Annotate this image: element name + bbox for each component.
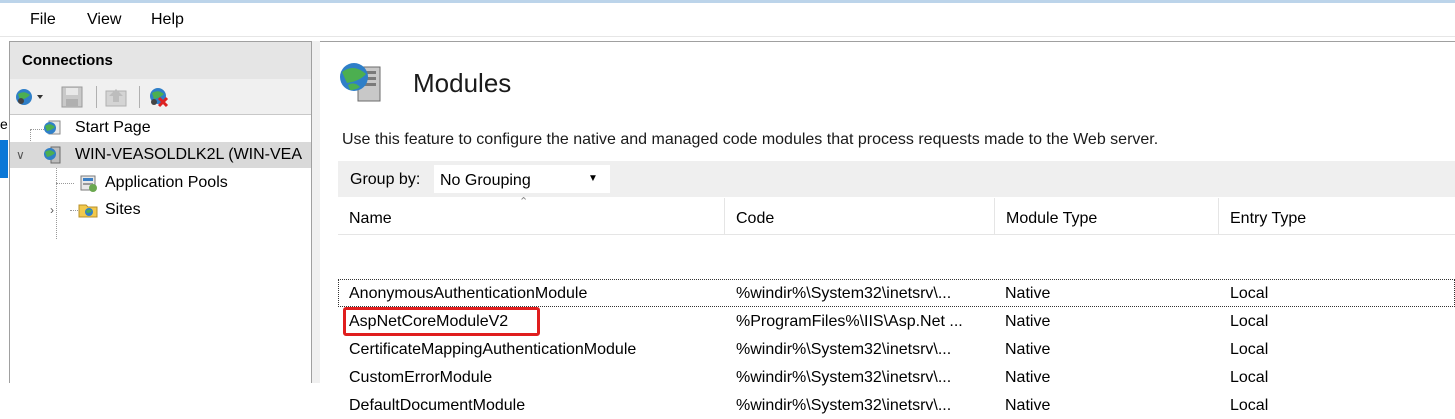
up-icon[interactable]	[103, 86, 131, 108]
cell-entry-type: Local	[1230, 397, 1269, 414]
modules-table: ⌃ Name Code Module Type Entry Type Anony…	[338, 196, 1455, 414]
page-title: Modules	[413, 68, 512, 98]
table-row[interactable]: DefaultDocumentModule %windir%\System32\…	[338, 391, 1455, 419]
tree-item-server[interactable]: ∨ WIN-VEASOLDLK2L (WIN-VEA	[10, 142, 311, 168]
table-row[interactable]: CertificateMappingAuthenticationModule %…	[338, 335, 1455, 363]
group-by-bar: Group by: No Grouping ▼	[338, 161, 1455, 197]
cell-name: AspNetCoreModuleV2	[343, 307, 719, 336]
column-label: Entry Type	[1230, 210, 1307, 227]
cell-module-type: Native	[1005, 341, 1051, 358]
cell-module-type: Native	[1005, 285, 1051, 302]
table-row[interactable]: CustomErrorModule %windir%\System32\inet…	[338, 363, 1455, 391]
background-window-selection	[0, 140, 8, 178]
cell-name: AnonymousAuthenticationModule	[349, 285, 588, 302]
connections-panel: Connections Start Page ∨ WIN-VEASOLDLK2L…	[9, 41, 312, 383]
column-label: Name	[349, 210, 392, 227]
connections-toolbar	[10, 79, 311, 115]
cell-code: %windir%\System32\inetsrv\...	[736, 285, 952, 302]
modules-page: Modules Use this feature to configure th…	[320, 41, 1455, 414]
cell-entry-type: Local	[1230, 285, 1269, 302]
modules-icon	[338, 59, 384, 105]
start-page-icon	[43, 119, 61, 137]
menu-view[interactable]: View	[87, 11, 121, 29]
sites-icon	[78, 201, 98, 219]
panel-splitter[interactable]	[312, 41, 320, 383]
highlight-outline	[343, 307, 540, 336]
cell-name: DefaultDocumentModule	[349, 397, 526, 414]
globe-connect-icon[interactable]	[14, 86, 46, 108]
cell-module-type: Native	[1005, 369, 1051, 386]
group-by-value: No Grouping	[440, 172, 531, 189]
save-icon[interactable]	[60, 86, 84, 108]
page-description: Use this feature to configure the native…	[342, 131, 1159, 148]
table-row[interactable]: AspNetCoreModuleV2 %ProgramFiles%\IIS\As…	[338, 307, 1455, 336]
column-header-module-type[interactable]: Module Type	[995, 198, 1219, 234]
chevron-down-icon[interactable]: ∨	[16, 148, 25, 162]
menu-help[interactable]: Help	[151, 11, 184, 29]
server-icon	[43, 146, 61, 164]
cell-module-type: Native	[1005, 397, 1051, 414]
dropdown-arrow-icon: ▼	[588, 173, 598, 184]
menu-divider	[0, 36, 1455, 37]
tree-label: Application Pools	[105, 174, 228, 191]
column-header-name[interactable]: ⌃ Name	[338, 196, 725, 234]
column-header-code[interactable]: Code	[725, 198, 995, 234]
cell-entry-type: Local	[1230, 369, 1269, 386]
app-pools-icon	[78, 174, 97, 192]
column-header-entry-type[interactable]: Entry Type	[1219, 198, 1455, 234]
toolbar-separator	[96, 86, 97, 108]
tree-item-sites[interactable]: › Sites	[10, 197, 311, 223]
table-header: ⌃ Name Code Module Type Entry Type	[338, 196, 1455, 235]
menu-bar: File View Help	[0, 3, 1455, 36]
cell-code: %windir%\System32\inetsrv\...	[736, 369, 952, 386]
sort-ascending-icon: ⌃	[519, 196, 529, 208]
column-label: Code	[736, 210, 775, 227]
table-row[interactable]: AnonymousAuthenticationModule %windir%\S…	[338, 279, 1455, 307]
cell-code: %windir%\System32\inetsrv\...	[736, 341, 952, 358]
tree-label: Sites	[105, 201, 141, 218]
tree-label: Start Page	[75, 119, 151, 136]
cell-name: CertificateMappingAuthenticationModule	[349, 341, 637, 358]
cell-module-type: Native	[1005, 313, 1051, 330]
disconnect-icon[interactable]	[145, 86, 171, 108]
connections-title: Connections	[22, 52, 113, 69]
background-window-edge	[0, 37, 8, 383]
chevron-right-icon[interactable]: ›	[50, 203, 54, 217]
cell-code: %windir%\System32\inetsrv\...	[736, 397, 952, 414]
connections-header: Connections	[10, 42, 311, 79]
group-by-label: Group by:	[350, 171, 421, 188]
menu-file[interactable]: File	[30, 11, 56, 29]
group-by-select[interactable]: No Grouping ▼	[434, 165, 610, 193]
toolbar-separator	[139, 86, 140, 108]
column-label: Module Type	[1006, 210, 1098, 227]
tree-label: WIN-VEASOLDLK2L (WIN-VEA	[75, 146, 303, 163]
cell-name: CustomErrorModule	[349, 369, 493, 386]
tree-item-start-page[interactable]: Start Page	[10, 115, 311, 141]
cell-entry-type: Local	[1230, 313, 1269, 330]
tree-item-application-pools[interactable]: Application Pools	[10, 170, 311, 196]
cell-entry-type: Local	[1230, 341, 1269, 358]
background-window-text: e	[0, 116, 8, 132]
cell-code: %ProgramFiles%\IIS\Asp.Net ...	[736, 313, 963, 330]
